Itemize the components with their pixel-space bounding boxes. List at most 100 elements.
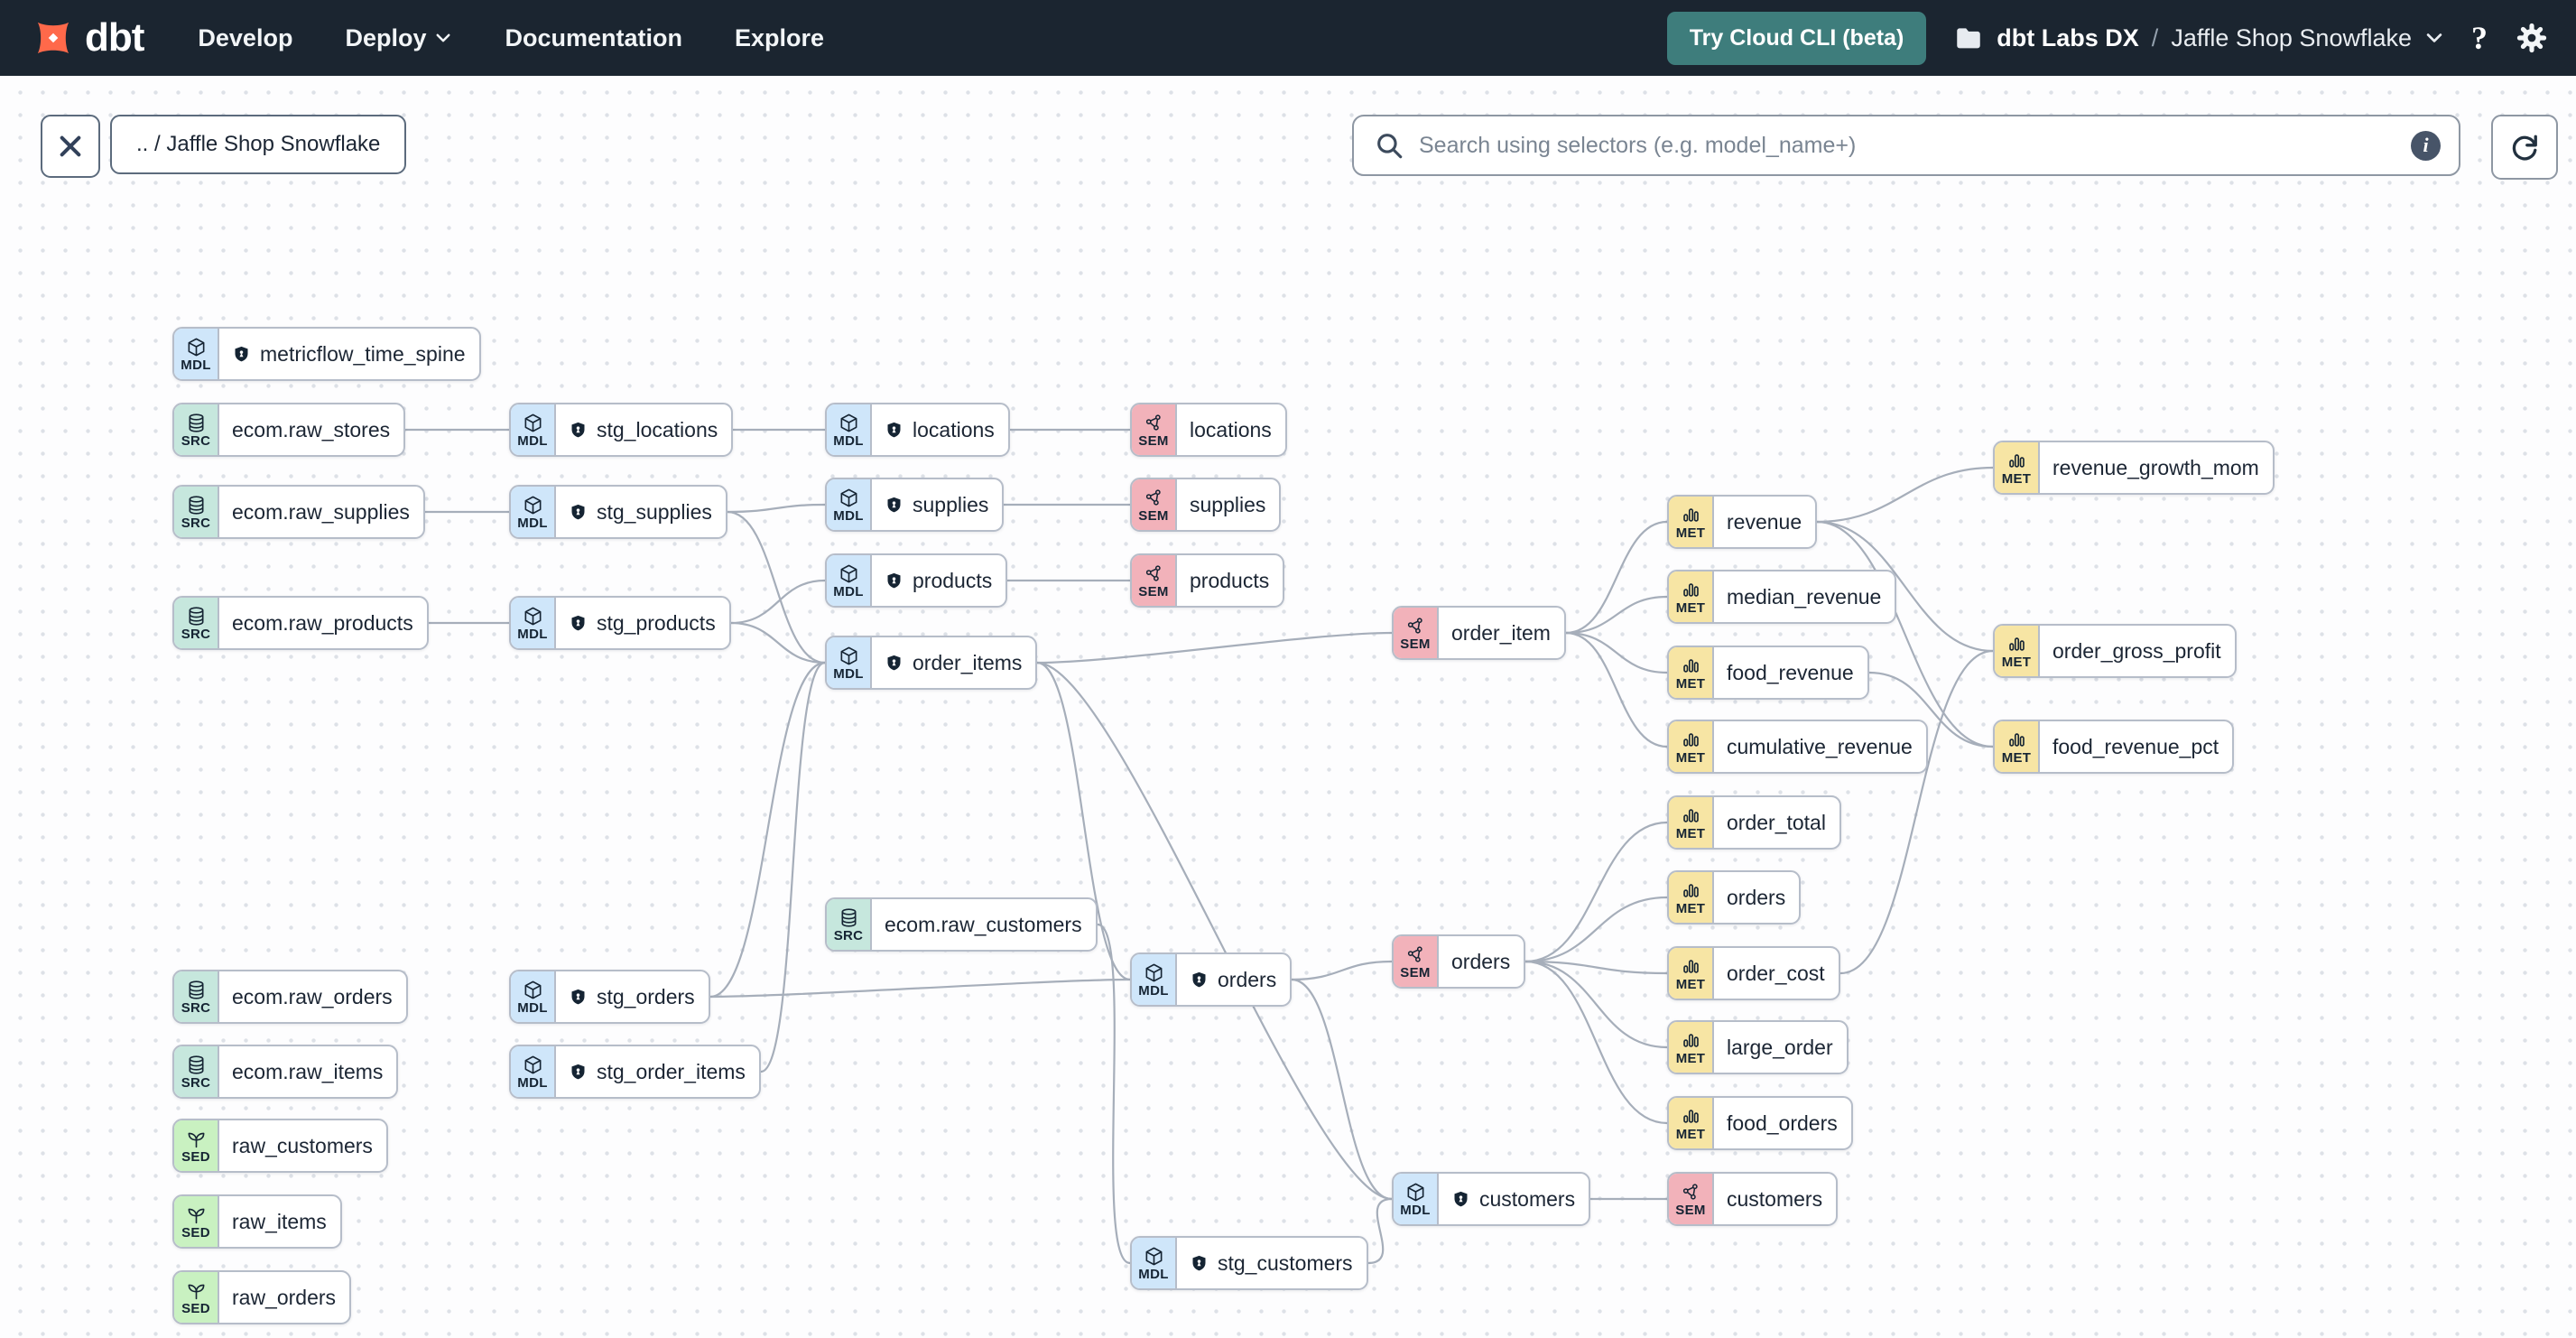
- node-label: supplies: [913, 492, 989, 516]
- shield-icon: [569, 421, 588, 440]
- node-type-badge: MET: [1669, 497, 1714, 547]
- shield-icon: [569, 1063, 588, 1082]
- database-icon: [186, 980, 207, 1000]
- node-type-badge: MET: [1669, 647, 1714, 698]
- node-stg_customers[interactable]: MDL stg_customers: [1130, 1236, 1368, 1290]
- node-label: raw_items: [232, 1209, 327, 1233]
- node-products_sem[interactable]: SEM products: [1130, 553, 1285, 608]
- node-order_items[interactable]: MDL order_items: [825, 636, 1038, 690]
- dbt-logo[interactable]: dbt: [31, 15, 144, 60]
- nav-item-develop[interactable]: Develop: [198, 24, 292, 52]
- node-label: stg_locations: [597, 417, 718, 441]
- node-type-label: MDL: [833, 665, 864, 682]
- node-type-label: MET: [1675, 599, 1706, 616]
- node-order_item_sem[interactable]: SEM order_item: [1392, 606, 1566, 660]
- cube-icon: [1144, 962, 1164, 983]
- node-locations_mdl[interactable]: MDL locations: [825, 403, 1010, 457]
- node-supplies_sem[interactable]: SEM supplies: [1130, 478, 1282, 532]
- node-metricflow_time_spine[interactable]: MDL metricflow_time_spine: [172, 327, 481, 381]
- seed-icon: [186, 1129, 207, 1149]
- node-type-badge: SEM: [1132, 404, 1177, 455]
- navbar: dbt Develop Deploy Documentation Explore…: [0, 0, 2576, 76]
- close-button[interactable]: [41, 115, 100, 178]
- node-type-badge: MET: [1669, 1022, 1714, 1073]
- node-raw_products[interactable]: SRC ecom.raw_products: [172, 596, 429, 650]
- node-type-badge: MDL: [511, 1046, 556, 1097]
- gear-icon[interactable]: [2515, 21, 2549, 55]
- nav-item-documentation[interactable]: Documentation: [505, 24, 682, 52]
- node-stg_order_items[interactable]: MDL stg_order_items: [509, 1045, 761, 1099]
- node-type-label: SEM: [1400, 636, 1431, 652]
- node-type-badge: MET: [1669, 571, 1714, 622]
- node-type-label: SRC: [833, 927, 864, 943]
- node-orders_mdl[interactable]: MDL orders: [1130, 952, 1293, 1007]
- shield-icon: [885, 496, 903, 515]
- node-stg_supplies[interactable]: MDL stg_supplies: [509, 485, 727, 539]
- node-food_revenue_pct[interactable]: MET food_revenue_pct: [1993, 720, 2235, 774]
- node-type-badge: SEM: [1132, 479, 1177, 530]
- node-label: large_order: [1727, 1035, 1833, 1059]
- try-cloud-cli-button[interactable]: Try Cloud CLI (beta): [1666, 11, 1927, 65]
- node-stg_products[interactable]: MDL stg_products: [509, 596, 731, 650]
- node-raw_orders_seed[interactable]: SED raw_orders: [172, 1270, 352, 1324]
- node-stg_locations[interactable]: MDL stg_locations: [509, 403, 734, 457]
- node-customers_sem[interactable]: SEM customers: [1667, 1172, 1839, 1226]
- node-large_order[interactable]: MET large_order: [1667, 1020, 1849, 1074]
- node-label: orders: [1451, 949, 1511, 973]
- node-raw_customers_seed[interactable]: SED raw_customers: [172, 1119, 388, 1173]
- node-type-label: MDL: [517, 999, 548, 1016]
- nav-item-explore[interactable]: Explore: [735, 24, 824, 52]
- shield-icon: [1190, 971, 1209, 990]
- shield-icon: [885, 571, 903, 590]
- node-raw_supplies[interactable]: SRC ecom.raw_supplies: [172, 485, 425, 539]
- node-orders_sem[interactable]: SEM orders: [1392, 934, 1526, 989]
- help-icon[interactable]: ?: [2471, 22, 2488, 54]
- node-revenue[interactable]: MET revenue: [1667, 495, 1818, 549]
- semantic-graph-icon: [1405, 616, 1426, 636]
- cube-icon: [839, 413, 859, 433]
- node-type-badge: SED: [174, 1196, 219, 1247]
- node-label: median_revenue: [1727, 584, 1882, 609]
- node-raw_orders[interactable]: SRC ecom.raw_orders: [172, 970, 408, 1024]
- node-order_total[interactable]: MET order_total: [1667, 795, 1841, 850]
- node-cumulative_revenue[interactable]: MET cumulative_revenue: [1667, 720, 1928, 774]
- project-breadcrumb[interactable]: dbt Labs DX / Jaffle Shop Snowflake: [1953, 23, 2444, 53]
- node-type-label: MDL: [833, 507, 864, 524]
- node-locations_sem[interactable]: SEM locations: [1130, 403, 1287, 457]
- node-median_revenue[interactable]: MET median_revenue: [1667, 570, 1897, 624]
- node-raw_items_seed[interactable]: SED raw_items: [172, 1194, 342, 1249]
- node-products_mdl[interactable]: MDL products: [825, 553, 1008, 608]
- nav-item-deploy[interactable]: Deploy: [345, 24, 452, 52]
- metric-chart-icon: [2006, 634, 2027, 655]
- node-raw_stores[interactable]: SRC ecom.raw_stores: [172, 403, 406, 457]
- graph-breadcrumb[interactable]: .. / Jaffle Shop Snowflake: [110, 115, 407, 174]
- node-raw_items[interactable]: SRC ecom.raw_items: [172, 1045, 399, 1099]
- node-customers_mdl[interactable]: MDL customers: [1392, 1172, 1591, 1226]
- node-type-label: MET: [1675, 675, 1706, 692]
- node-label: order_gross_profit: [2052, 638, 2221, 663]
- node-food_orders[interactable]: MET food_orders: [1667, 1096, 1853, 1150]
- node-supplies_mdl[interactable]: MDL supplies: [825, 478, 1005, 532]
- node-stg_orders[interactable]: MDL stg_orders: [509, 970, 710, 1024]
- node-type-label: MDL: [1400, 1202, 1431, 1218]
- node-food_revenue[interactable]: MET food_revenue: [1667, 646, 1869, 700]
- node-raw_customers_src[interactable]: SRC ecom.raw_customers: [825, 897, 1098, 952]
- metric-chart-icon: [2006, 729, 2027, 750]
- node-type-label: MDL: [517, 1074, 548, 1091]
- node-orders_met[interactable]: MET orders: [1667, 870, 1802, 925]
- node-type-badge: SRC: [174, 487, 219, 537]
- node-order_gross_profit[interactable]: MET order_gross_profit: [1993, 624, 2237, 678]
- node-label: revenue_growth_mom: [2052, 455, 2259, 479]
- node-type-badge: MDL: [827, 479, 872, 530]
- refresh-button[interactable]: [2491, 115, 2558, 180]
- node-type-label: MDL: [181, 357, 211, 373]
- node-order_cost[interactable]: MET order_cost: [1667, 946, 1840, 1000]
- node-label: products: [913, 568, 993, 592]
- node-type-badge: SRC: [827, 899, 872, 950]
- metric-chart-icon: [1681, 580, 1701, 600]
- node-type-label: SEM: [1138, 583, 1169, 599]
- info-icon[interactable]: i: [2411, 130, 2441, 161]
- node-revenue_growth_mom[interactable]: MET revenue_growth_mom: [1993, 441, 2275, 495]
- search-input[interactable]: [1417, 131, 2398, 160]
- shield-icon: [885, 421, 903, 440]
